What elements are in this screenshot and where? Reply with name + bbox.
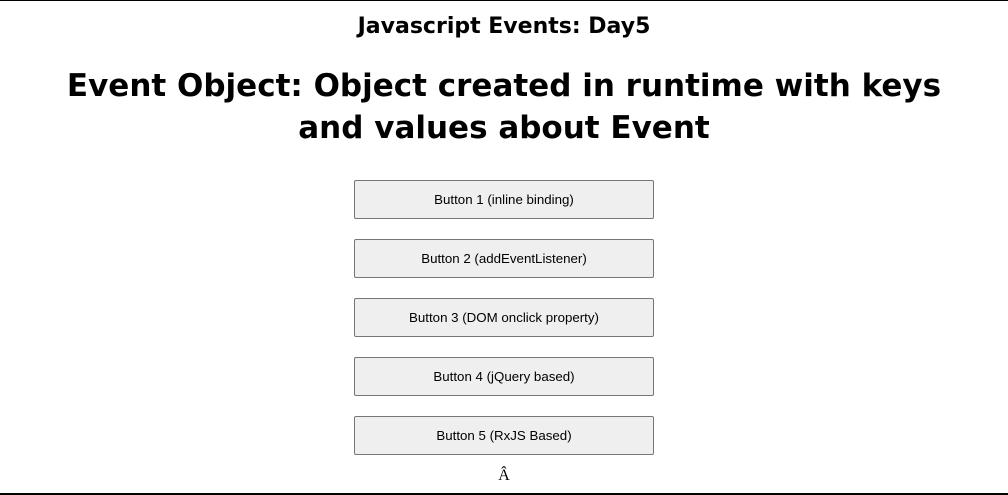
- page-subtitle: Javascript Events: Day5: [357, 14, 651, 39]
- button-dom-onclick-property[interactable]: Button 3 (DOM onclick property): [354, 298, 654, 337]
- button-rxjs-based[interactable]: Button 5 (RxJS Based): [354, 416, 654, 455]
- button-jquery-based[interactable]: Button 4 (jQuery based): [354, 357, 654, 396]
- button-add-event-listener[interactable]: Button 2 (addEventListener): [354, 239, 654, 278]
- page-title: Event Object: Object created in runtime …: [66, 68, 942, 146]
- top-border: [0, 0, 1008, 1]
- stray-character: Â: [498, 467, 510, 484]
- button-inline-binding[interactable]: Button 1 (inline binding): [354, 180, 654, 219]
